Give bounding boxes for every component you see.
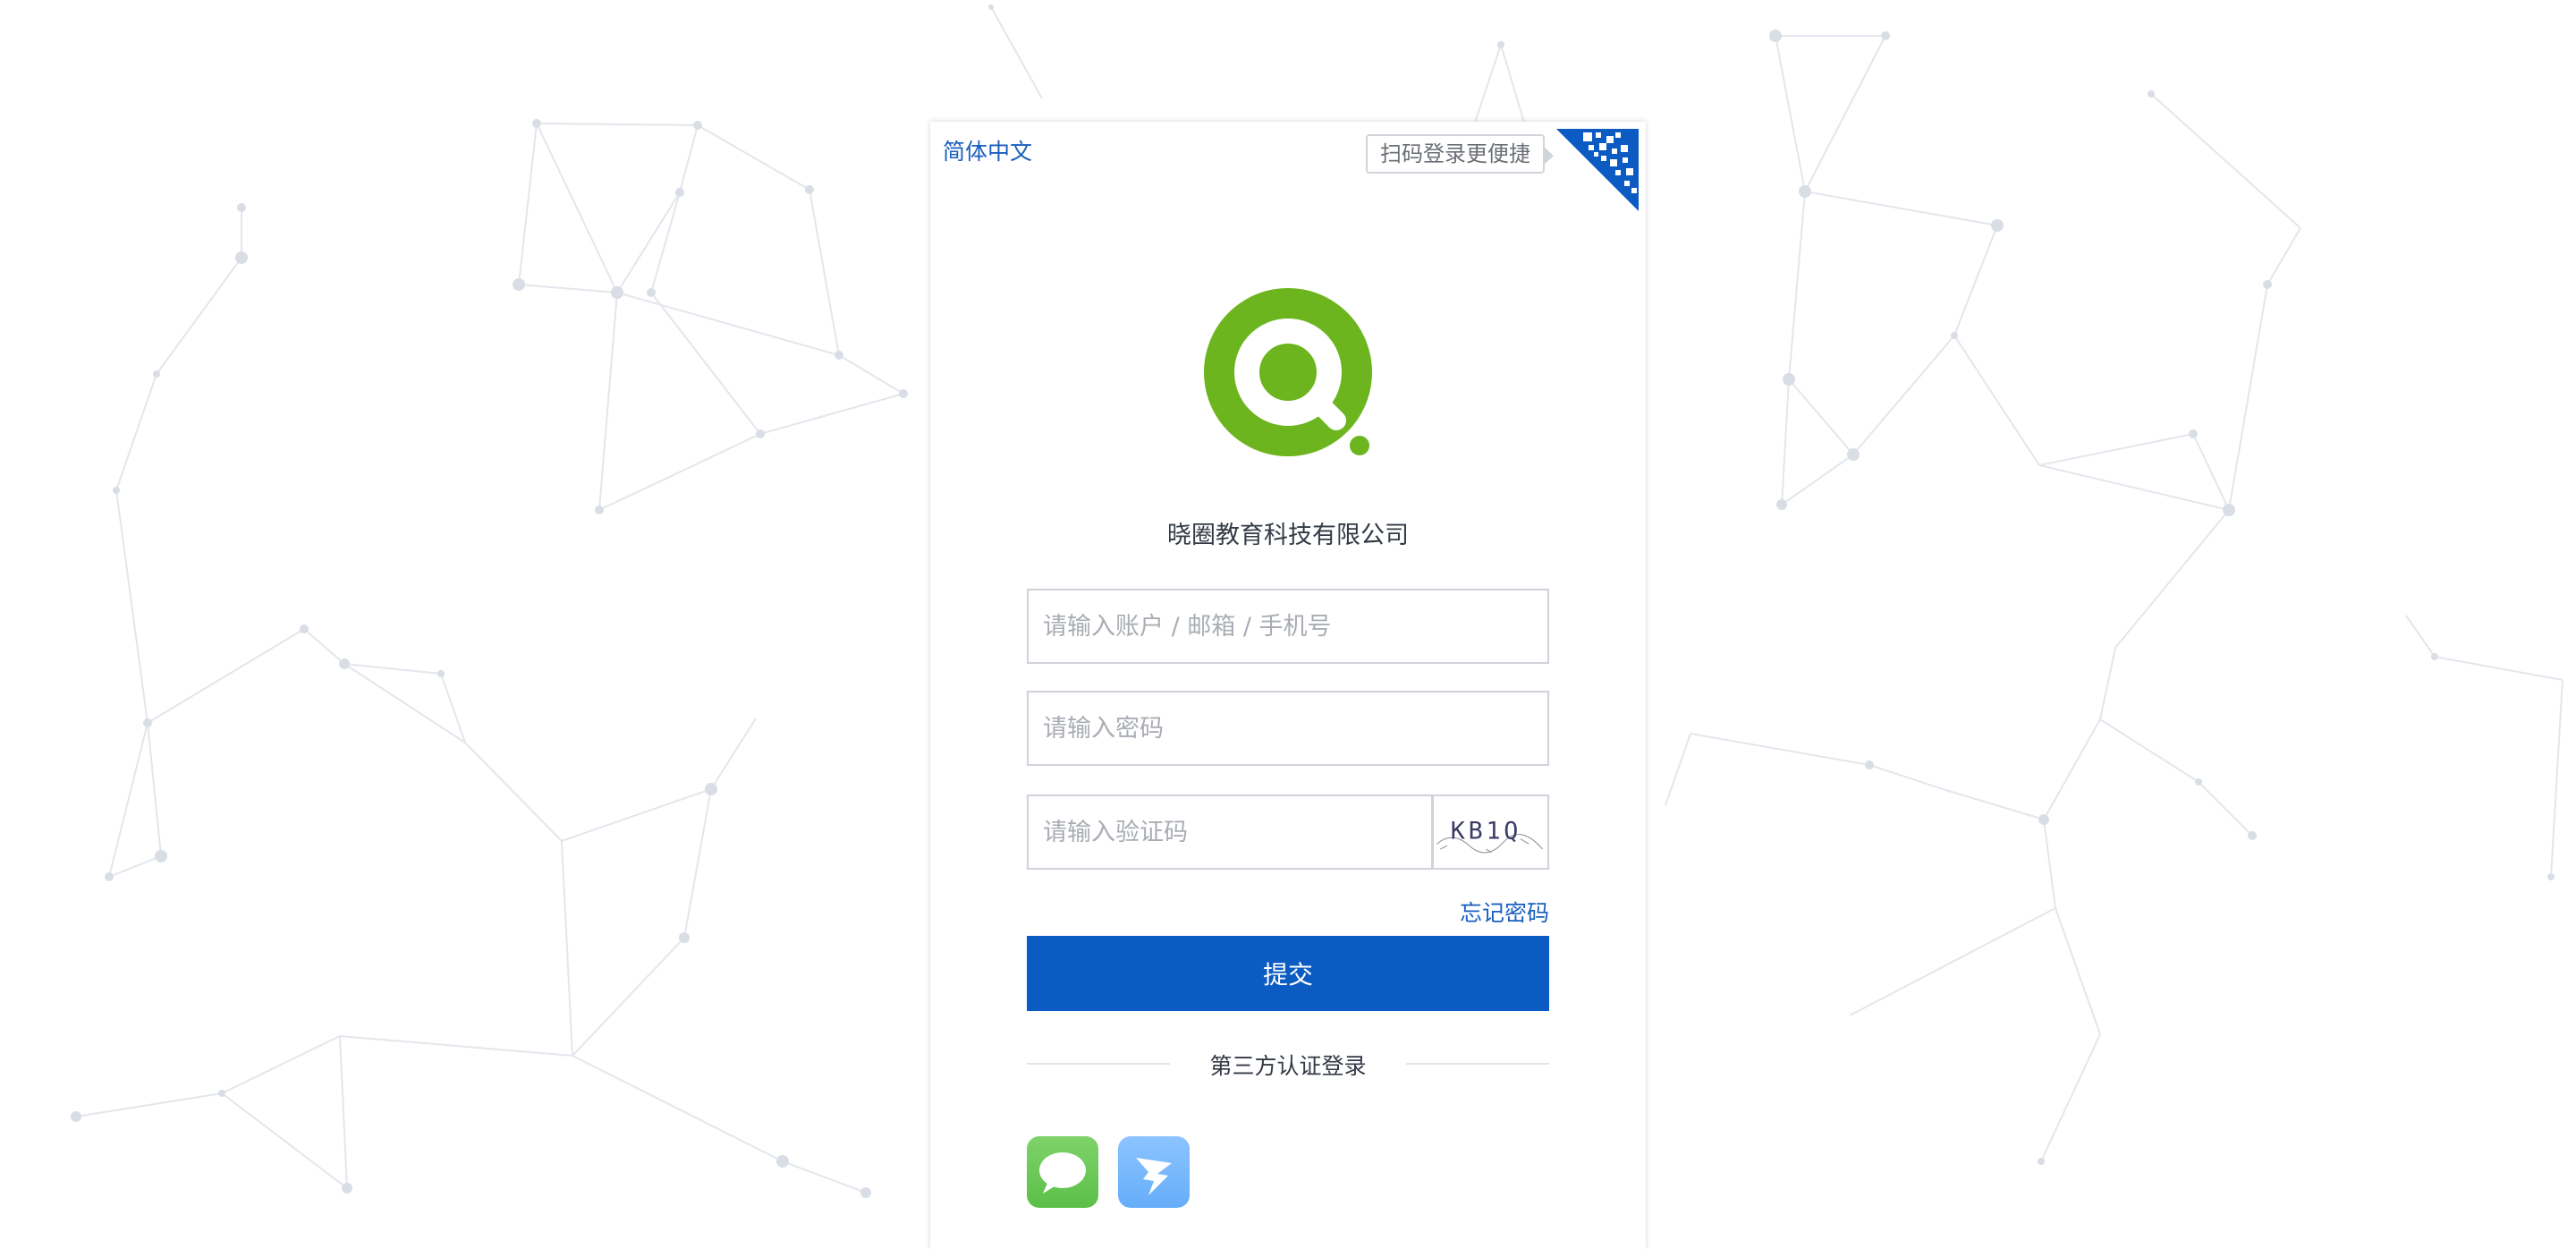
qr-login-tooltip: 扫码登录更便捷 <box>1366 134 1554 174</box>
third-party-title: 第三方认证登录 <box>1209 1053 1367 1079</box>
submit-button[interactable]: 提交 <box>1027 936 1549 1011</box>
forgot-password-link[interactable]: 忘记密码 <box>1460 896 1549 928</box>
divider-right <box>1406 1063 1549 1065</box>
company-name: 晓圈教育科技有限公司 <box>1167 522 1409 549</box>
username-input[interactable] <box>1027 589 1549 664</box>
login-card: 简体中文 扫码登录更便捷 晓圈教育科技有限公司 KB1Q 忘记密码 提交 <box>930 122 1646 1249</box>
qr-code-icon[interactable] <box>1556 129 1639 211</box>
captcha-image[interactable]: KB1Q <box>1433 794 1549 870</box>
password-input[interactable] <box>1027 691 1549 766</box>
captcha-text: KB1Q <box>1451 818 1521 845</box>
chat-bubble-icon <box>1039 1152 1086 1194</box>
captcha-input[interactable] <box>1027 794 1433 870</box>
company-logo <box>1204 288 1372 456</box>
dingtalk-icon <box>1136 1158 1172 1195</box>
sms-login-icon[interactable] <box>1027 1136 1098 1208</box>
dingtalk-login-icon[interactable] <box>1118 1136 1190 1208</box>
language-switch[interactable]: 简体中文 <box>943 134 1032 166</box>
